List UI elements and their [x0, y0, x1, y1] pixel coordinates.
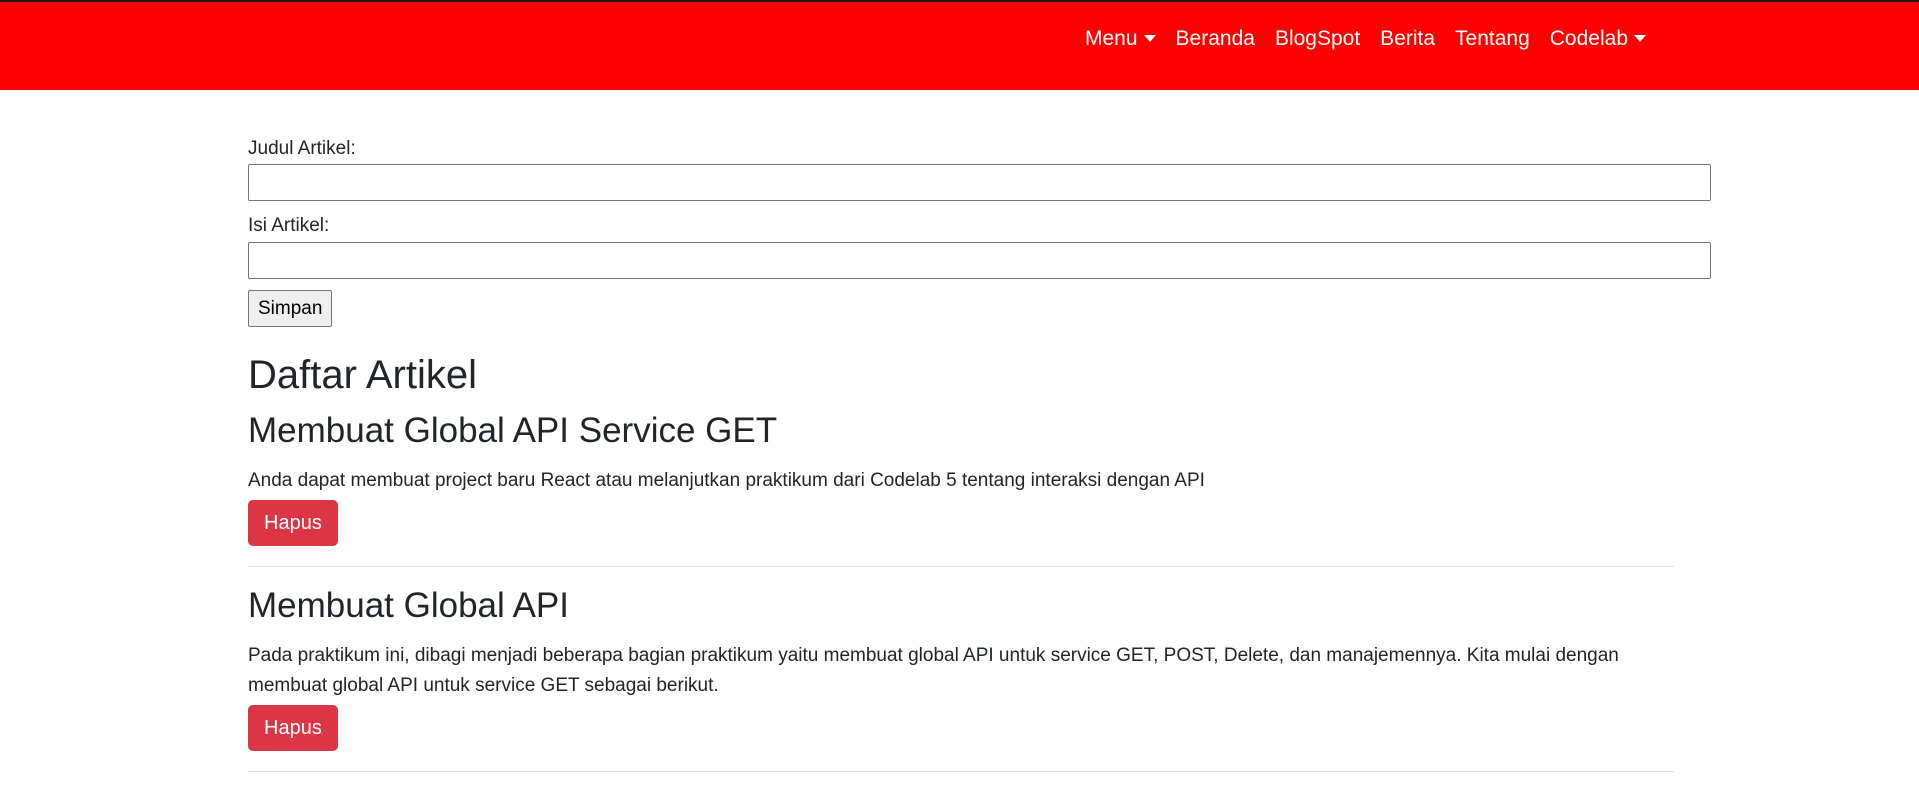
- delete-button[interactable]: Hapus: [248, 705, 338, 751]
- title-field-wrapper: [248, 164, 1711, 201]
- body-field-wrapper: [248, 242, 1711, 279]
- save-button[interactable]: Simpan: [248, 290, 333, 327]
- article-list: Membuat Global API Service GET Anda dapa…: [248, 410, 1674, 790]
- article-title: Membuat Global API Service GET: [248, 411, 778, 450]
- nav-item-blogspot[interactable]: BlogSpot: [1265, 22, 1370, 56]
- body-input[interactable]: [248, 242, 1711, 279]
- chevron-down-icon: [1143, 34, 1156, 42]
- nav-item-berita[interactable]: Berita: [1370, 22, 1445, 56]
- nav-link-menu[interactable]: Menu: [1075, 22, 1166, 56]
- nav-item-codelab[interactable]: Codelab: [1540, 22, 1656, 56]
- top-navbar: Menu Beranda BlogSpot Berita Tentang Cod…: [0, 0, 1919, 90]
- title-field-label: Judul Artikel:: [248, 138, 356, 159]
- nav-link-tentang[interactable]: Tentang: [1445, 22, 1540, 56]
- chevron-down-icon: [1634, 34, 1646, 42]
- article-body: Anda dapat membuat project baru React at…: [248, 470, 1205, 491]
- body-field-label: Isi Artikel:: [248, 215, 330, 236]
- nav-label: Berita: [1380, 27, 1436, 50]
- nav-item-tentang[interactable]: Tentang: [1445, 22, 1540, 56]
- article-title: Membuat Global API: [248, 586, 569, 625]
- nav-label: BlogSpot: [1274, 27, 1361, 50]
- article-list-heading: Daftar Artikel: [248, 353, 477, 397]
- article-item: Membuat Global API Service GET Anda dapa…: [248, 410, 1674, 567]
- nav-link-beranda[interactable]: Beranda: [1166, 22, 1265, 56]
- nav-label: Beranda: [1175, 27, 1255, 50]
- nav-list: Menu Beranda BlogSpot Berita Tentang Cod…: [1075, 22, 1656, 56]
- nav-item-menu[interactable]: Menu: [1075, 22, 1166, 56]
- nav-link-blogspot[interactable]: BlogSpot: [1265, 22, 1370, 56]
- nav-item-beranda[interactable]: Beranda: [1166, 22, 1265, 56]
- article-item: Membuat Global API Pada praktikum ini, d…: [248, 585, 1674, 772]
- nav-label: Tentang: [1455, 27, 1530, 50]
- nav-label: Menu: [1085, 27, 1138, 50]
- nav-link-berita[interactable]: Berita: [1370, 22, 1445, 56]
- nav-label: Codelab: [1549, 27, 1628, 50]
- nav-link-codelab[interactable]: Codelab: [1540, 22, 1656, 56]
- title-input[interactable]: [248, 164, 1711, 201]
- delete-button[interactable]: Hapus: [248, 500, 338, 546]
- article-body: Pada praktikum ini, dibagi menjadi beber…: [248, 645, 1619, 696]
